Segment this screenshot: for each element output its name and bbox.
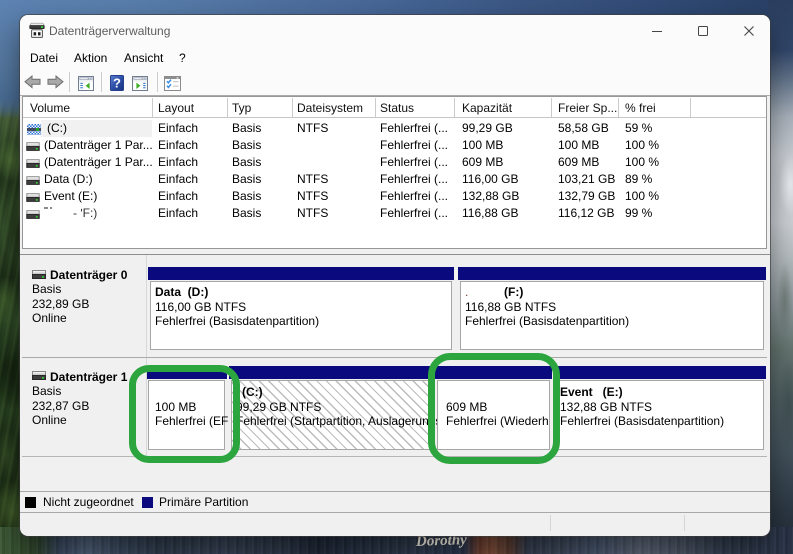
svg-text:?: ? xyxy=(113,76,121,91)
